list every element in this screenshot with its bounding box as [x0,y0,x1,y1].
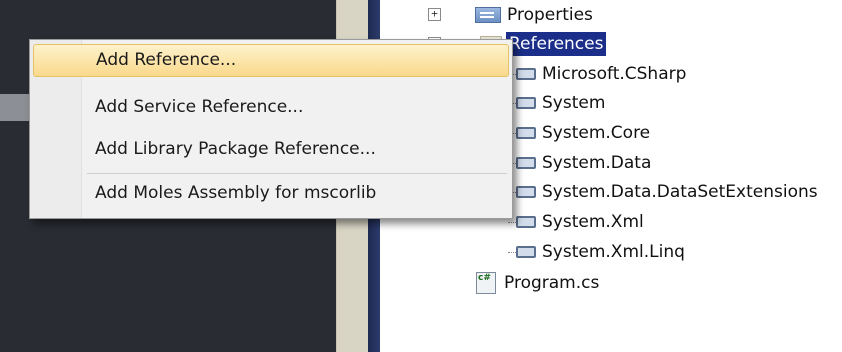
tree-item-label: References [506,32,607,56]
add-service-reference-menu-item[interactable]: Add Service Reference... [33,91,509,124]
tree-item-label: Microsoft.CSharp [542,64,687,84]
tree-item-reference[interactable]: System.Xml [508,209,644,235]
properties-icon [475,7,501,23]
tree-item-reference[interactable]: Microsoft.CSharp [508,61,686,87]
reference-icon [516,246,536,258]
tree-item-label: Program.cs [504,273,600,293]
tree-item-properties[interactable]: Properties [475,2,593,28]
reference-icon [516,186,536,198]
expand-properties-button[interactable]: + [428,8,441,21]
csharp-file-icon [476,272,496,294]
tree-item-reference[interactable]: System.Data.DataSetExtensions [508,179,818,205]
reference-icon [516,216,536,228]
tree-item-reference[interactable]: System.Data [508,150,651,176]
reference-icon [516,127,536,139]
tree-item-label: Properties [507,5,593,25]
add-library-package-reference-menu-item[interactable]: Add Library Package Reference... [33,133,509,166]
tree-item-label: System.Data [542,153,652,173]
tree-item-reference[interactable]: System.Xml.Linq [508,239,685,265]
reference-icon [516,68,536,80]
tree-connector [508,221,516,223]
tree-item-label: System [542,93,606,113]
tree-item-label: System.Data.DataSetExtensions [542,182,818,202]
reference-icon [516,97,536,109]
context-menu: Add Reference... Add Service Reference..… [29,39,513,219]
tree-item-label: System.Xml.Linq [542,242,685,262]
add-reference-menu-item[interactable]: Add Reference... [33,44,509,77]
reference-icon [516,157,536,169]
tree-item-program-file[interactable]: Program.cs [476,270,599,296]
add-moles-assembly-menu-item[interactable]: Add Moles Assembly for mscorlib [33,177,509,210]
editor-highlight-band [0,94,30,121]
tree-item-label: System.Xml [542,212,644,232]
tree-item-label: System.Core [542,123,651,143]
tree-item-reference[interactable]: System.Core [508,120,650,146]
tree-connector [508,251,516,253]
menu-separator [87,173,507,174]
tree-item-reference[interactable]: System [508,90,605,116]
